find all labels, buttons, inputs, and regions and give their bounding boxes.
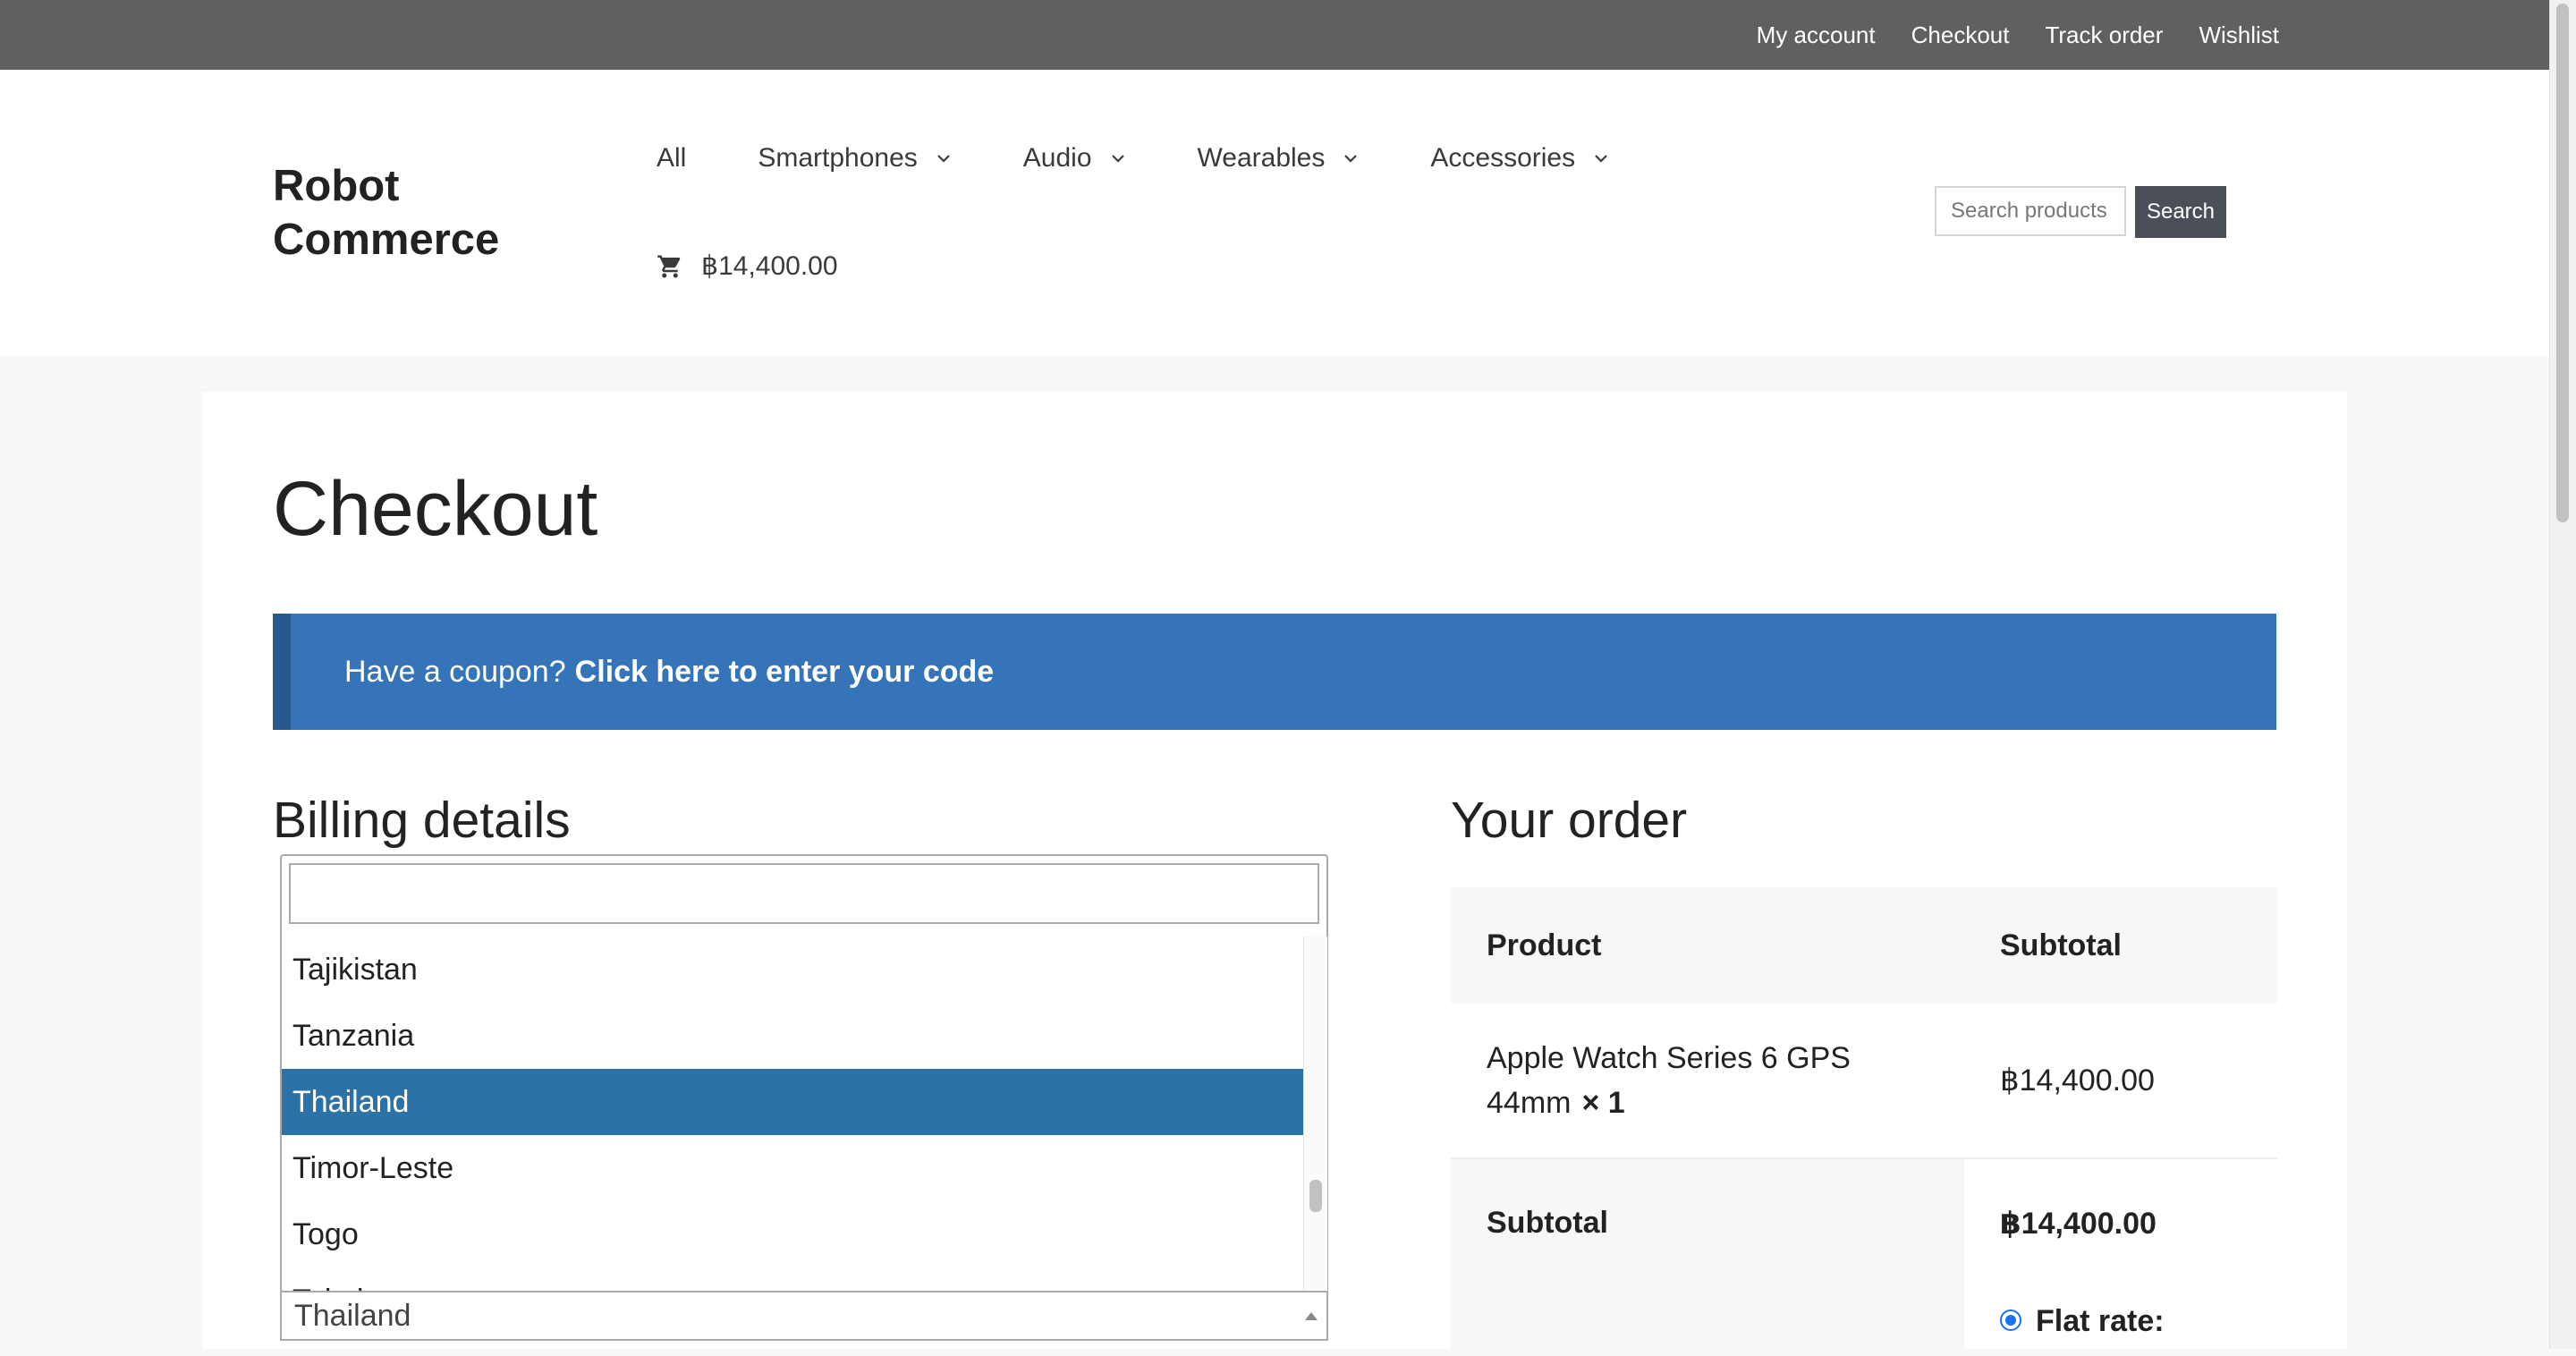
subtotal-label: Subtotal <box>1451 1159 1964 1356</box>
subtotal-row: Subtotal ฿14,400.00 Flat rate: <box>1451 1159 2277 1356</box>
country-options: Tajikistan Tanzania Thailand Timor-Leste… <box>282 936 1303 1291</box>
cart-link[interactable]: ฿14,400.00 <box>657 250 838 282</box>
order-table-header: Product Subtotal <box>1451 887 2277 1004</box>
country-option[interactable]: Tokelau <box>282 1267 1303 1291</box>
page-scrollbar[interactable] <box>2549 0 2576 1349</box>
site-logo[interactable]: Robot Commerce <box>273 159 541 267</box>
checkout-link[interactable]: Checkout <box>1911 21 2010 49</box>
product-qty: × 1 <box>1581 1086 1625 1120</box>
product-cell: Apple Watch Series 6 GPS 44mm × 1 <box>1451 1036 1964 1125</box>
country-option[interactable]: Tajikistan <box>282 936 1303 1003</box>
logo-line1: Robot <box>273 162 400 210</box>
nav-label: All <box>657 143 687 173</box>
product-search: Search <box>1935 186 2226 238</box>
nav-label: Wearables <box>1197 143 1326 173</box>
order-table: Product Subtotal Apple Watch Series 6 GP… <box>1451 887 2277 1356</box>
chevron-down-icon <box>1595 155 1607 163</box>
country-option[interactable]: Timor-Leste <box>282 1135 1303 1201</box>
nav-label: Audio <box>1022 143 1092 173</box>
scrollbar-thumb[interactable] <box>2556 4 2569 522</box>
chevron-down-icon <box>937 155 950 163</box>
flat-rate-label: Flat rate: <box>2036 1304 2165 1338</box>
search-button[interactable]: Search <box>2135 186 2226 238</box>
site-header: Robot Commerce All Smartphones Audio Wea… <box>0 70 2549 356</box>
nav-item-accessories[interactable]: Accessories <box>1430 143 1609 174</box>
subtotal-value: ฿14,400.00 <box>2000 1207 2157 1241</box>
product-total: ฿14,400.00 <box>2000 1064 2155 1098</box>
logo-line2: Commerce <box>273 216 500 264</box>
dropdown-scroll-thumb[interactable] <box>1309 1180 1322 1212</box>
country-option-highlighted[interactable]: Thailand <box>282 1069 1303 1135</box>
subtotal-cell: ฿14,400.00 Flat rate: <box>1964 1159 2277 1356</box>
my-account-link[interactable]: My account <box>1757 21 1876 49</box>
country-option[interactable]: Tanzania <box>282 1003 1303 1069</box>
top-bar: My account Checkout Track order Wishlist <box>0 0 2549 70</box>
country-select[interactable]: Thailand <box>280 1291 1328 1341</box>
nav-label: Accessories <box>1430 143 1576 173</box>
country-search-input[interactable] <box>289 863 1319 924</box>
wishlist-link[interactable]: Wishlist <box>2199 21 2279 49</box>
coupon-prefix: Have a coupon? <box>344 654 566 689</box>
product-header: Product <box>1487 928 1602 962</box>
main-nav: All Smartphones Audio Wearables Accessor… <box>657 143 1681 174</box>
cart-total: ฿14,400.00 <box>701 251 838 281</box>
nav-item-audio[interactable]: Audio <box>1023 143 1126 174</box>
nav-label: Smartphones <box>758 143 918 173</box>
country-selected-value: Thailand <box>294 1299 411 1333</box>
cart-icon <box>657 255 681 277</box>
country-option[interactable]: Togo <box>282 1201 1303 1267</box>
chevron-down-icon <box>1344 155 1358 163</box>
country-dropdown: Tajikistan Tanzania Thailand Timor-Leste… <box>280 854 1328 1292</box>
billing-title: Billing details <box>273 792 571 849</box>
table-row: Apple Watch Series 6 GPS 44mm × 1 ฿14,400… <box>1451 1004 2277 1159</box>
nav-item-wearables[interactable]: Wearables <box>1198 143 1360 174</box>
dropdown-scrollbar[interactable] <box>1303 936 1327 1291</box>
search-input[interactable] <box>1935 186 2126 236</box>
chevron-down-icon <box>1111 155 1124 163</box>
nav-item-smartphones[interactable]: Smartphones <box>758 143 951 174</box>
caret-up-icon <box>1305 1312 1318 1320</box>
top-links: My account Checkout Track order Wishlist <box>1757 0 2279 70</box>
subtotal-header: Subtotal <box>2000 928 2122 962</box>
page-title: Checkout <box>273 466 598 552</box>
coupon-link[interactable]: Click here to enter your code <box>575 655 995 690</box>
nav-item-all[interactable]: All <box>657 143 686 174</box>
coupon-notice: Have a coupon? Click here to enter your … <box>273 614 2276 730</box>
track-order-link[interactable]: Track order <box>2045 21 2163 49</box>
order-title: Your order <box>1451 792 1688 849</box>
product-name: Apple Watch Series 6 GPS 44mm <box>1487 1041 1851 1120</box>
flat-rate-radio[interactable] <box>2000 1309 2021 1331</box>
